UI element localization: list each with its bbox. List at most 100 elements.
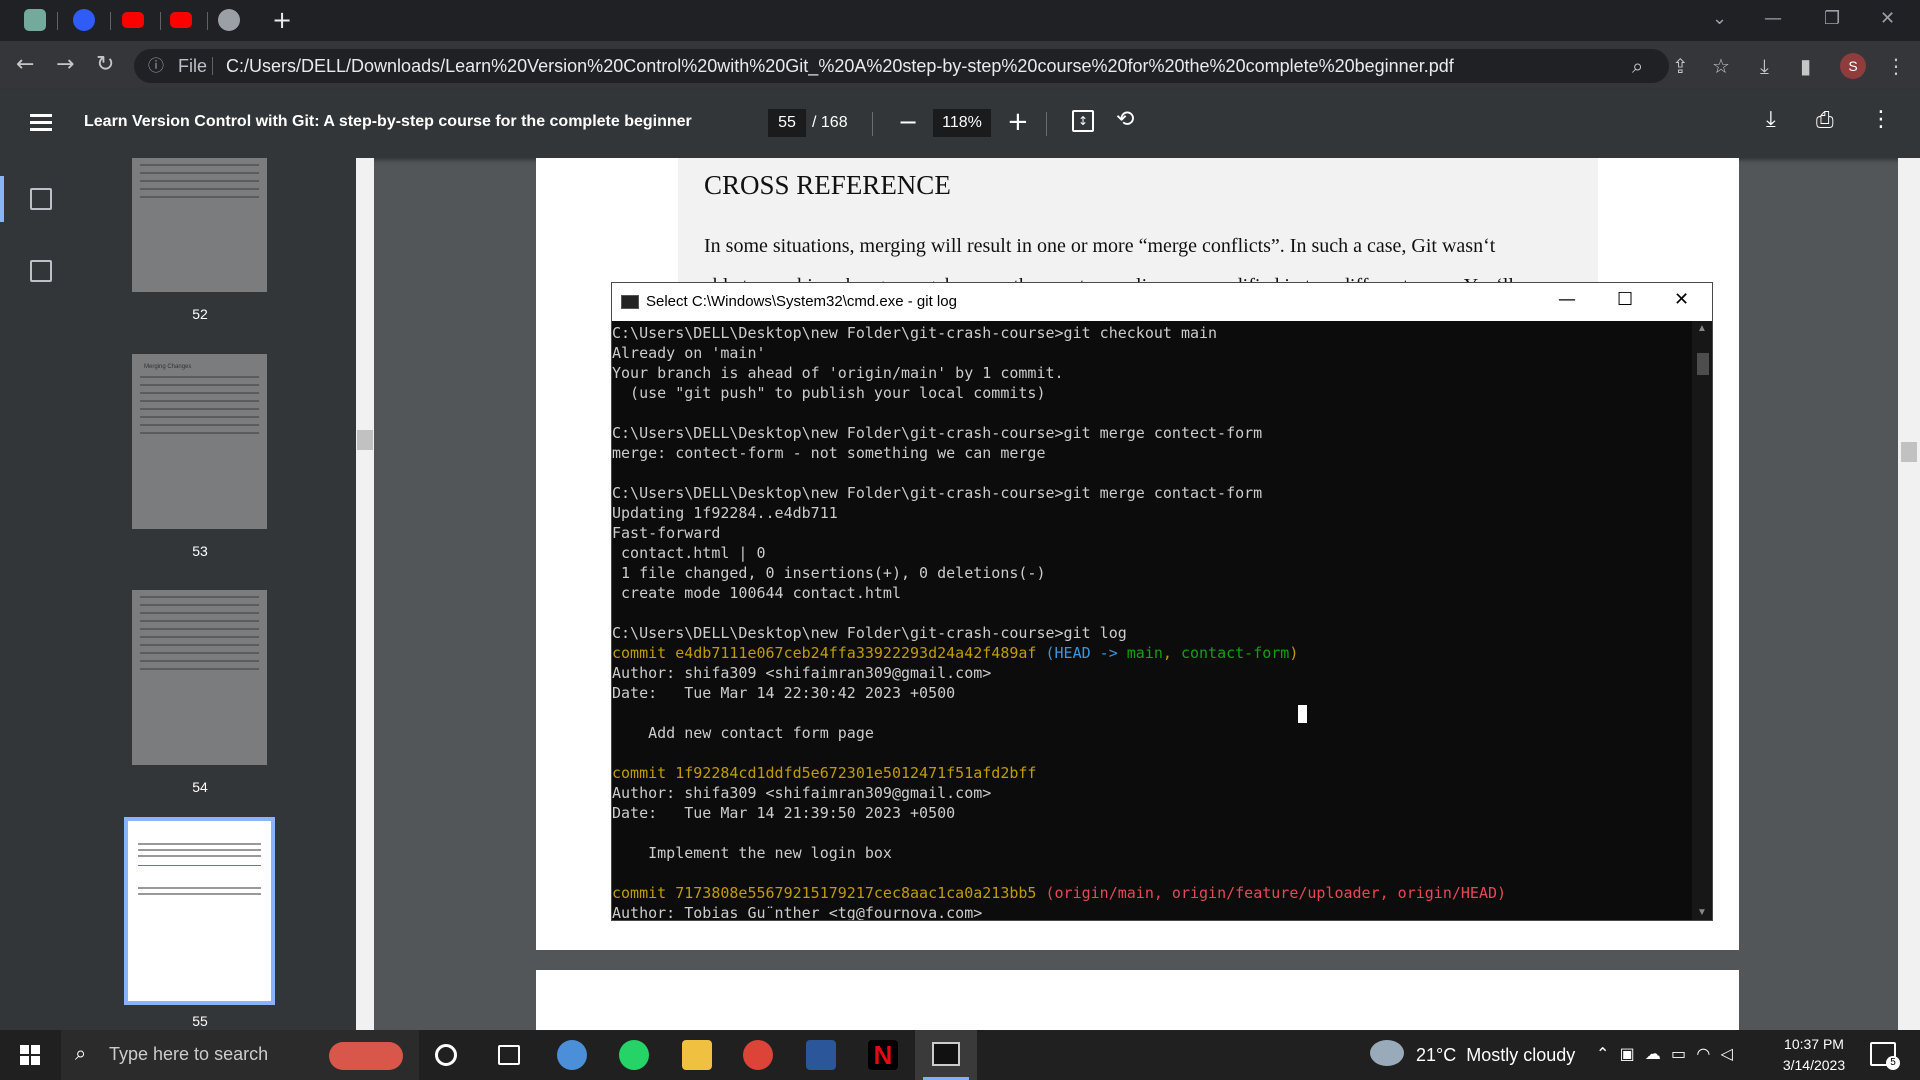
outline-icon[interactable] xyxy=(30,260,52,282)
branch-ref: main xyxy=(1126,644,1163,662)
cmd-taskbar-button[interactable] xyxy=(915,1030,977,1080)
print-icon[interactable]: ⎙ xyxy=(1816,108,1834,133)
cmd-line: create mode 100644 contact.html xyxy=(612,584,901,602)
fit-page-icon[interactable]: ↕ xyxy=(1072,110,1094,132)
back-icon[interactable]: ← xyxy=(16,52,34,77)
quora-tab-icon[interactable] xyxy=(73,9,95,31)
commit-author: Author: shifa309 <shifaimran309@gmail.co… xyxy=(612,784,992,802)
zoom-out-icon[interactable]: − xyxy=(898,108,918,136)
thumbnail-heading: Merging Changes xyxy=(144,364,192,370)
commit-date: Date: Tue Mar 14 22:30:42 2023 +0500 xyxy=(612,684,956,702)
cmd-line: C:\Users\DELL\Desktop\new Folder\git-cra… xyxy=(612,624,1127,642)
thumbnail-sidebar: 52 Merging Changes 53 54 55 xyxy=(0,158,356,1030)
minimize-icon[interactable]: — xyxy=(1764,8,1782,29)
text-cursor xyxy=(1298,705,1307,723)
page-thumbnail-selected[interactable] xyxy=(124,817,275,1005)
cmd-scrollbar[interactable]: ▲ ▼ xyxy=(1692,321,1712,920)
cmd-line: contact.html | 0 xyxy=(612,544,766,562)
star-icon[interactable]: ☆ xyxy=(1712,54,1730,78)
side-panel-icon[interactable]: ▮ xyxy=(1800,54,1811,78)
document-title: Learn Version Control with Git: A step-b… xyxy=(84,113,692,130)
globe-tab-icon[interactable] xyxy=(218,9,240,31)
commit-line: commit 7173808e55679215179217cec8aac1ca0… xyxy=(612,883,1690,903)
chrome-icon[interactable] xyxy=(743,1040,773,1070)
zoom-in-icon[interactable]: + xyxy=(1007,107,1029,137)
more-menu-icon[interactable]: ⋮ xyxy=(1886,54,1906,78)
main-scrollbar[interactable] xyxy=(1898,158,1920,1030)
pdf-page-next xyxy=(536,970,1739,1030)
word-icon[interactable] xyxy=(806,1040,836,1070)
cmd-scroll-thumb[interactable] xyxy=(1697,353,1709,375)
page-thumbnail[interactable]: Merging Changes xyxy=(132,354,267,529)
reload-icon[interactable]: ↻ xyxy=(96,52,114,77)
page-number-input[interactable]: 55 xyxy=(768,109,806,137)
pdf-more-icon[interactable]: ⋮ xyxy=(1870,107,1892,132)
head-ref: HEAD -> xyxy=(1054,644,1127,662)
sidebar-scrollbar[interactable] xyxy=(356,158,374,1030)
cmd-line: Already on 'main' xyxy=(612,344,766,362)
download-icon[interactable]: ⤓ xyxy=(1760,54,1769,78)
taskbar-search[interactable]: ⌕ Type here to search xyxy=(61,1030,419,1080)
clock-date[interactable]: 3/14/2023 xyxy=(1774,1057,1854,1073)
restore-icon[interactable]: ❐ xyxy=(1824,8,1840,29)
search-highlight-image xyxy=(329,1042,403,1070)
url-scheme: File xyxy=(178,56,208,76)
cmd-line: Your branch is ahead of 'origin/main' by… xyxy=(612,364,1064,382)
commit-hash: commit 7173808e55679215179217cec8aac1ca0… xyxy=(612,884,1037,902)
cmd-line: C:\Users\DELL\Desktop\new Folder\git-cra… xyxy=(612,324,1218,342)
thumbnails-icon[interactable] xyxy=(30,188,52,210)
cmd-output[interactable]: C:\Users\DELL\Desktop\new Folder\git-cra… xyxy=(612,321,1690,920)
cross-reference-heading: CROSS REFERENCE xyxy=(704,170,951,200)
cmd-close-icon[interactable]: ✕ xyxy=(1674,289,1689,310)
cmd-line: merge: contect-form - not something we c… xyxy=(612,444,1046,462)
info-icon[interactable]: ⓘ xyxy=(148,49,164,83)
weather-text[interactable]: 21°C Mostly cloudy xyxy=(1416,1045,1575,1066)
zoom-input[interactable]: 118% xyxy=(933,109,991,137)
close-icon[interactable]: ✕ xyxy=(1880,8,1895,29)
windows-start-icon[interactable] xyxy=(20,1045,40,1065)
search-placeholder: Type here to search xyxy=(109,1044,269,1064)
cortana-icon[interactable] xyxy=(435,1044,457,1066)
pdf-toolbar: Learn Version Control with Git: A step-b… xyxy=(0,90,1920,158)
commit-date: Date: Tue Mar 14 21:39:50 2023 +0500 xyxy=(612,804,956,822)
cmd-titlebar[interactable]: Select C:\Windows\System32\cmd.exe - git… xyxy=(612,283,1712,321)
page-thumbnail[interactable] xyxy=(132,590,267,765)
zoom-icon[interactable]: ⌕ xyxy=(1632,54,1643,78)
cmd-line xyxy=(612,403,1690,423)
cmd-maximize-icon[interactable]: ☐ xyxy=(1617,289,1633,310)
notifications-icon[interactable]: 5 xyxy=(1870,1042,1900,1070)
cmd-line: 1 file changed, 0 insertions(+), 0 delet… xyxy=(612,564,1046,582)
commit-message: Implement the new login box xyxy=(612,844,892,862)
youtube-tab-icon[interactable] xyxy=(170,12,192,28)
remote-ref: (origin/main, origin/feature/uploader, o… xyxy=(1045,884,1507,902)
notification-badge: 5 xyxy=(1886,1056,1900,1070)
page-thumbnail[interactable] xyxy=(132,158,267,292)
whatsapp-icon[interactable] xyxy=(619,1040,649,1070)
cmd-minimize-icon[interactable]: — xyxy=(1558,289,1576,310)
rotate-icon[interactable]: ⟲ xyxy=(1116,107,1134,132)
hamburger-menu-icon[interactable] xyxy=(30,114,52,132)
taskbar: ⌕ Type here to search N 21°C Mostly clou… xyxy=(0,1030,1920,1080)
cmd-line: Updating 1f92284..e4db711 xyxy=(612,504,838,522)
file-explorer-icon[interactable] xyxy=(682,1040,712,1070)
tab-search-icon[interactable]: ⌄ xyxy=(1712,8,1727,29)
youtube-tab-icon[interactable] xyxy=(122,12,144,28)
clock-time[interactable]: 10:37 PM xyxy=(1774,1036,1854,1052)
profile-avatar[interactable]: S xyxy=(1840,53,1866,79)
netflix-icon[interactable]: N xyxy=(868,1040,898,1070)
thumbnail-page-number: 53 xyxy=(192,543,208,559)
new-tab-button[interactable]: + xyxy=(272,6,292,34)
task-view-icon[interactable] xyxy=(498,1045,520,1065)
cmd-title: Select C:\Windows\System32\cmd.exe - git… xyxy=(646,293,957,310)
cmd-window[interactable]: Select C:\Windows\System32\cmd.exe - git… xyxy=(611,282,1713,921)
cmd-line: C:\Users\DELL\Desktop\new Folder\git-cra… xyxy=(612,424,1263,442)
app-icon[interactable] xyxy=(557,1040,587,1070)
tray-icons[interactable]: ⌃ ▣ ☁ ▭ ◠ ◁ xyxy=(1596,1044,1733,1063)
chatgpt-tab-icon[interactable] xyxy=(24,9,46,31)
share-icon[interactable]: ⇪ xyxy=(1672,54,1689,78)
forward-icon[interactable]: → xyxy=(56,52,74,77)
url-input[interactable]: ⓘ File C:/Users/DELL/Downloads/Learn%20V… xyxy=(134,49,1669,83)
pdf-download-icon[interactable]: ⤓ xyxy=(1766,107,1776,132)
url-text[interactable]: C:/Users/DELL/Downloads/Learn%20Version%… xyxy=(226,49,1454,83)
cmd-line: (use "git push" to publish your local co… xyxy=(612,384,1046,402)
